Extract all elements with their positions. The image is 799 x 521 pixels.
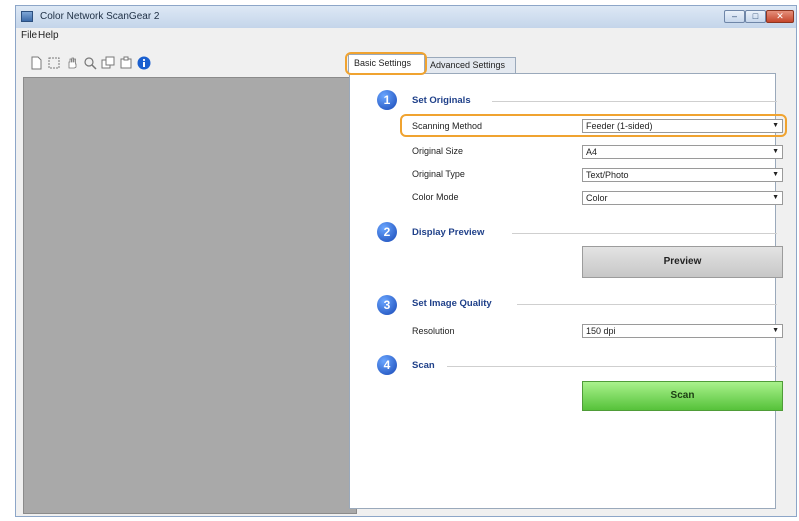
app-icon xyxy=(21,11,33,22)
resolution-value: 150 dpi xyxy=(586,326,616,336)
original-type-value: Text/Photo xyxy=(586,170,629,180)
new-page-icon[interactable] xyxy=(29,56,43,70)
color-mode-select[interactable]: Color ▼ xyxy=(582,191,783,205)
step-4-icon: 4 xyxy=(377,355,397,375)
resolution-select[interactable]: 150 dpi ▼ xyxy=(582,324,783,338)
section-divider xyxy=(512,233,777,234)
original-size-value: A4 xyxy=(586,147,598,157)
preview-area[interactable] xyxy=(23,77,357,514)
original-type-select[interactable]: Text/Photo ▼ xyxy=(582,168,783,182)
menu-file[interactable]: File xyxy=(21,30,37,41)
section-title-set-originals: Set Originals xyxy=(412,95,471,106)
title-bar: Color Network ScanGear 2 – □ ✕ xyxy=(16,6,796,29)
section-divider xyxy=(447,366,777,367)
color-mode-label: Color Mode xyxy=(412,192,459,202)
preview-button[interactable]: Preview xyxy=(582,246,783,278)
step-3-icon: 3 xyxy=(377,295,397,315)
chevron-down-icon: ▼ xyxy=(772,194,779,201)
original-size-label: Original Size xyxy=(412,146,464,156)
select-frame-icon[interactable] xyxy=(47,56,61,70)
window-title: Color Network ScanGear 2 xyxy=(40,11,160,22)
chevron-down-icon: ▼ xyxy=(772,327,779,334)
close-button[interactable]: ✕ xyxy=(766,10,794,23)
chevron-down-icon: ▼ xyxy=(772,148,779,155)
tab-advanced-settings[interactable]: Advanced Settings xyxy=(424,57,516,73)
menu-bar: File Help xyxy=(16,28,796,44)
original-size-select[interactable]: A4 ▼ xyxy=(582,145,783,159)
original-type-label: Original Type xyxy=(412,169,465,179)
section-title-display-preview: Display Preview xyxy=(412,227,485,238)
tab-highlight xyxy=(345,52,427,75)
hand-pan-icon[interactable] xyxy=(65,56,79,70)
toolbar xyxy=(16,46,366,80)
section-title-scan: Scan xyxy=(412,360,435,371)
basic-settings-panel xyxy=(349,73,776,509)
step-1-icon: 1 xyxy=(377,90,397,110)
color-mode-value: Color xyxy=(586,193,608,203)
resolution-label: Resolution xyxy=(412,326,455,336)
zoom-icon[interactable] xyxy=(83,56,97,70)
scanning-method-highlight xyxy=(400,114,787,137)
info-icon[interactable] xyxy=(137,56,151,70)
rotate-frame-icon[interactable] xyxy=(119,56,133,70)
copy-frame-icon[interactable] xyxy=(101,56,115,70)
maximize-button[interactable]: □ xyxy=(745,10,766,23)
scan-button[interactable]: Scan xyxy=(582,381,783,411)
section-divider xyxy=(492,101,777,102)
menu-help[interactable]: Help xyxy=(38,30,59,41)
step-2-icon: 2 xyxy=(377,222,397,242)
chevron-down-icon: ▼ xyxy=(772,171,779,178)
minimize-button[interactable]: – xyxy=(724,10,745,23)
section-divider xyxy=(517,304,777,305)
section-title-set-image-quality: Set Image Quality xyxy=(412,298,492,309)
